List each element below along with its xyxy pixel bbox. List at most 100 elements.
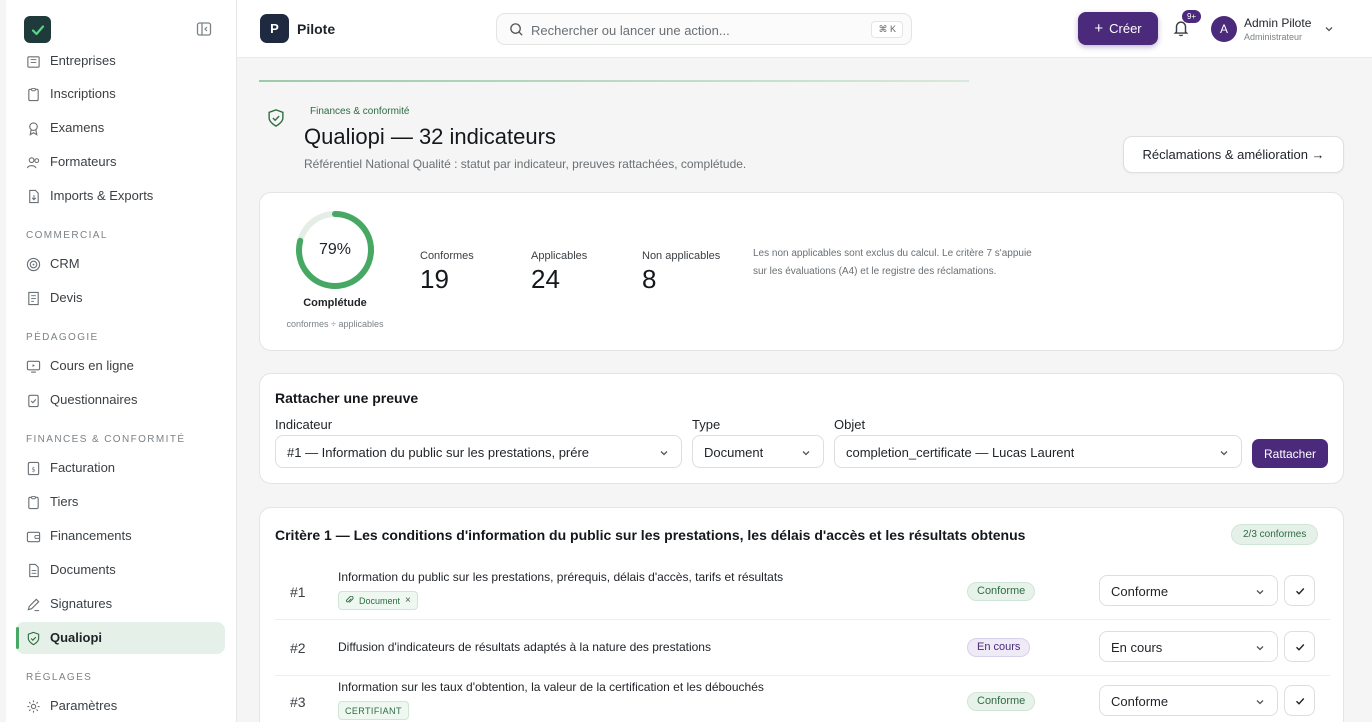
stat-applicables: Applicables 24 <box>531 250 587 295</box>
save-status-button[interactable] <box>1284 631 1315 662</box>
status-select[interactable]: Conforme <box>1099 575 1278 606</box>
save-status-button[interactable] <box>1284 685 1315 716</box>
status-select-value: Conforme <box>1111 694 1169 709</box>
stat-non-applicables: Non applicables 8 <box>642 250 720 295</box>
sidebar-section-finances: FINANCES & CONFORMITÉ <box>26 434 186 445</box>
sidebar-item-inscriptions[interactable]: Inscriptions <box>16 78 225 110</box>
status-select[interactable]: Conforme <box>1099 685 1278 716</box>
page-title: Qualiopi — 32 indicateurs <box>304 124 556 149</box>
sidebar-item-qualiopi[interactable]: Qualiopi <box>16 622 225 654</box>
create-button[interactable]: + Créer <box>1078 12 1158 45</box>
app-logo[interactable] <box>24 16 51 43</box>
sidebar-item-financements[interactable]: Financements <box>16 520 225 552</box>
stat-value: 19 <box>420 264 449 294</box>
shield-check-icon <box>27 631 40 646</box>
status-badge: Conforme <box>967 692 1036 711</box>
criterion-card: Critère 1 — Les conditions d'information… <box>259 507 1344 722</box>
sidebar-item-entreprises[interactable]: Entreprises <box>16 45 225 77</box>
check-icon <box>1295 587 1304 595</box>
stats-note: Les non applicables sont exclus du calcu… <box>753 248 1032 277</box>
search-shortcut: ⌘ K <box>871 21 903 38</box>
sidebar-item-imports-exports[interactable]: Imports & Exports <box>16 180 225 212</box>
target-icon <box>26 257 41 272</box>
status-badge: En cours <box>967 638 1031 657</box>
sidebar-item-label: Imports & Exports <box>50 188 154 203</box>
clipboard-icon <box>28 495 39 510</box>
shield-check-icon <box>268 109 284 127</box>
indicator-select[interactable]: #1 — Information du public sur les prest… <box>275 435 682 468</box>
sidebar-item-label: CRM <box>50 256 80 271</box>
search-input[interactable] <box>531 20 861 40</box>
svg-text:$: $ <box>31 465 35 473</box>
attach-proof-card: Rattacher une preuve Indicateur #1 — Inf… <box>259 373 1344 484</box>
completion-value: 79% <box>318 241 352 258</box>
sidebar-item-label: Signatures <box>50 596 113 611</box>
indicator-text: Information du public sur les prestation… <box>338 570 784 584</box>
sidebar-item-label: Formateurs <box>50 154 117 169</box>
sidebar-section-commercial: COMMERCIAL <box>26 230 108 241</box>
chevron-down-icon <box>1256 700 1264 705</box>
remove-proof-icon[interactable]: × <box>405 595 411 606</box>
indicator-select-value: #1 — Information du public sur les prest… <box>287 445 590 460</box>
object-select[interactable]: completion_certificate — Lucas Laurent <box>834 435 1242 468</box>
type-select-value: Document <box>704 445 764 460</box>
status-select-value: En cours <box>1111 640 1163 655</box>
check-icon <box>1295 643 1304 651</box>
user-menu[interactable]: A Admin Pilote Administrateur <box>1205 10 1342 48</box>
status-select[interactable]: En cours <box>1099 631 1278 662</box>
sidebar-item-label: Financements <box>50 528 132 543</box>
receipt-icon <box>28 291 39 306</box>
notification-count-badge: 9+ <box>1182 10 1201 23</box>
proof-tag-label: Document <box>359 595 401 606</box>
document-icon <box>29 563 39 578</box>
plus-icon: + <box>1094 20 1104 37</box>
sidebar-item-cours-en-ligne[interactable]: Cours en ligne <box>16 350 225 382</box>
sidebar-item-label: Facturation <box>50 460 116 475</box>
file-arrow-icon <box>29 189 39 204</box>
sidebar-item-label: Tiers <box>50 494 79 509</box>
paperclip-icon <box>346 596 354 603</box>
stat-label: Conformes <box>420 250 474 262</box>
sidebar-item-label: Qualiopi <box>50 630 102 645</box>
chevron-down-icon <box>660 451 668 456</box>
sidebar-item-crm[interactable]: CRM <box>16 248 225 280</box>
page-progress-rule <box>259 80 969 82</box>
search-bar[interactable]: ⌘ K <box>496 13 912 45</box>
page-subtitle: Référentiel National Qualité : statut pa… <box>304 157 747 171</box>
stat-value: 24 <box>531 264 560 294</box>
save-status-button[interactable] <box>1284 575 1315 606</box>
sidebar-item-questionnaires[interactable]: Questionnaires <box>16 384 225 416</box>
sidebar-item-examens[interactable]: Examens <box>16 112 225 144</box>
type-select[interactable]: Document <box>692 435 824 468</box>
topbar: P Pilote ⌘ K + Créer 9+ A Admin Pilote A… <box>237 0 1372 58</box>
user-role: Administrateur <box>1244 32 1303 42</box>
sidebar-item-devis[interactable]: Devis <box>16 282 225 314</box>
sidebar-collapse-icon[interactable] <box>196 21 212 37</box>
sidebar-item-parametres[interactable]: Paramètres <box>16 690 225 722</box>
sidebar-item-label: Devis <box>50 290 83 305</box>
completion-note: conformes ÷ applicables <box>286 319 384 329</box>
sidebar-item-formateurs[interactable]: Formateurs <box>16 146 225 178</box>
stat-label: Applicables <box>531 250 588 262</box>
sidebar-item-signatures[interactable]: Signatures <box>16 588 225 620</box>
indicator-number: #1 <box>290 584 306 600</box>
stat-label: Non applicables <box>642 250 721 262</box>
indicator-text: Diffusion d'indicateurs de résultats ada… <box>338 640 711 654</box>
app-switcher-badge[interactable]: P <box>260 14 289 43</box>
reclamations-button[interactable]: Réclamations & amélioration → <box>1123 136 1344 173</box>
attach-button[interactable]: Rattacher <box>1252 439 1328 468</box>
sidebar-item-label: Paramètres <box>50 698 118 713</box>
status-select-value: Conforme <box>1111 584 1169 599</box>
sidebar-item-label: Examens <box>50 120 105 135</box>
check-icon <box>1295 697 1304 705</box>
wallet-icon <box>26 531 41 543</box>
type-label: Type <box>692 417 721 432</box>
criterion-title: Critère 1 — Les conditions d'information… <box>275 527 1026 543</box>
sidebar-item-facturation[interactable]: $ Facturation <box>16 452 225 484</box>
pen-icon <box>27 598 40 612</box>
chevron-down-icon <box>1325 27 1333 32</box>
sidebar-item-tiers[interactable]: Tiers <box>16 486 225 518</box>
search-icon <box>510 23 523 36</box>
sidebar-item-documents[interactable]: Documents <box>16 554 225 586</box>
completion-label: Complétude <box>303 297 367 309</box>
